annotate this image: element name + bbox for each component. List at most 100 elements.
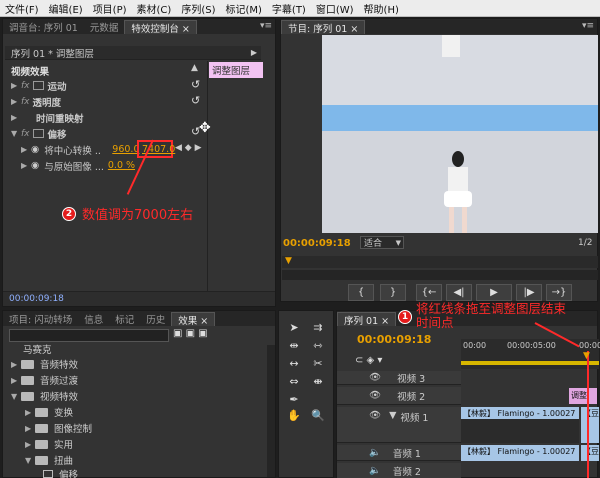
monitor-timecode[interactable]: 00:00:09:18 <box>283 238 351 249</box>
panel-menu-icon[interactable]: ▾≡ <box>260 21 272 31</box>
menu-marker[interactable]: 标记(M) <box>220 1 266 16</box>
ripple-edit-icon[interactable]: ⇹ <box>283 337 305 354</box>
eye-icon[interactable]: 👁 <box>369 372 381 383</box>
stopwatch-icon[interactable]: ◉ <box>31 160 39 171</box>
accelerated-icon[interactable]: ▣ ▣ ▣ <box>173 328 208 339</box>
track-audio-1[interactable]: 🔈 音频 1 <box>337 445 461 461</box>
resolution-page[interactable]: 1/2 <box>578 238 592 248</box>
menu-file[interactable]: 文件(F) <box>0 1 44 16</box>
tab-sequence[interactable]: 序列 01 × <box>337 312 397 326</box>
tab-effect-controls[interactable]: 特效控制台 × <box>124 20 197 34</box>
effect-row-offset[interactable]: ▼ fx 偏移 <box>11 126 67 141</box>
effect-row-motion[interactable]: ▶ fx 运动 <box>11 78 67 93</box>
play-button[interactable]: ▶ <box>476 284 512 301</box>
razor-icon[interactable]: ✂ <box>307 355 329 372</box>
step-forward-button[interactable]: |▶ <box>516 284 542 301</box>
selection-tool-icon[interactable]: ➤ <box>283 319 305 336</box>
menu-clip[interactable]: 素材(C) <box>132 1 177 16</box>
track-video-3[interactable]: 👁 视频 3 <box>337 371 461 385</box>
collapse-icon[interactable]: ▲ <box>191 63 198 73</box>
tree-item-audio-effects[interactable]: ▶ 音频特效 <box>11 356 78 372</box>
menu-window[interactable]: 窗口(W) <box>311 1 359 16</box>
effect-row-opacity[interactable]: ▶ fx 透明度 <box>11 94 61 109</box>
clip-adjustment-layer[interactable]: 调整 <box>569 388 597 404</box>
slide-icon[interactable]: ⇼ <box>307 373 329 390</box>
reset-icon[interactable]: ↺ <box>191 94 200 107</box>
twirl-icon[interactable]: ▶ <box>21 145 31 154</box>
twirl-icon[interactable]: ▶ <box>25 424 35 433</box>
tab-markers[interactable]: 标记 <box>109 312 140 326</box>
scrollbar[interactable] <box>267 345 275 477</box>
pen-icon[interactable]: ✒ <box>283 391 305 408</box>
rolling-edit-icon[interactable]: ⇿ <box>307 337 329 354</box>
twirl-icon[interactable]: ▶ <box>11 81 21 90</box>
mark-out-button[interactable]: } <box>380 284 406 301</box>
hand-icon[interactable]: ✋ <box>283 407 305 424</box>
twirl-icon[interactable]: ▶ <box>25 440 35 449</box>
twirl-open-icon[interactable]: ▼ <box>25 456 35 465</box>
tab-history[interactable]: 历史 <box>140 312 171 326</box>
menu-title[interactable]: 字幕(T) <box>267 1 311 16</box>
tree-item-audio-transitions[interactable]: ▶ 音频过渡 <box>11 372 78 388</box>
twirl-icon[interactable]: ▶ <box>25 408 35 417</box>
zoom-bar[interactable] <box>282 270 598 280</box>
tree-item-image-control[interactable]: ▶ 图像控制 <box>25 420 92 436</box>
playhead-line[interactable] <box>587 351 589 478</box>
playhead-icon[interactable]: ▼ <box>285 256 292 266</box>
tree-item-mosaic[interactable]: 马赛克 <box>23 341 52 357</box>
reset-icon[interactable]: ↺ <box>191 78 200 91</box>
track-video-1[interactable]: 👁 ▼ 视频 1 <box>337 407 461 443</box>
menu-project[interactable]: 项目(P) <box>88 1 132 16</box>
menu-help[interactable]: 帮助(H) <box>359 1 404 16</box>
timeline-timecode[interactable]: 00:00:09:18 <box>357 333 431 346</box>
mark-in-button[interactable]: { <box>348 284 374 301</box>
param-x-value[interactable]: 960.0 <box>112 144 139 155</box>
fit-dropdown[interactable]: 适合 ▼ <box>360 236 404 249</box>
panel-menu-icon[interactable]: ▾≡ <box>582 21 594 31</box>
ec-timecode[interactable]: 00:00:09:18 <box>9 294 64 304</box>
collapse-icon[interactable]: ▼ <box>389 410 396 421</box>
clip-audio-next[interactable]: 【豆 <box>581 445 599 461</box>
goto-out-button[interactable]: →} <box>546 284 572 301</box>
zoom-icon[interactable]: 🔍 <box>307 407 329 424</box>
rate-stretch-icon[interactable]: ↔ <box>283 355 305 372</box>
twirl-icon[interactable]: ▶ <box>21 161 31 170</box>
time-ruler[interactable]: 00:00 00:00:05:00 00:00:1 <box>461 339 600 369</box>
twirl-icon[interactable]: ▶ <box>11 113 21 122</box>
tab-info[interactable]: 信息 <box>78 312 109 326</box>
tab-metadata[interactable]: 元数据 <box>84 20 125 34</box>
expand-arrow-icon[interactable]: ▶ <box>251 48 257 57</box>
menu-edit[interactable]: 编辑(E) <box>44 1 88 16</box>
param-blend-value[interactable]: 0.0 % <box>108 160 135 171</box>
fx-icon[interactable]: fx <box>21 129 30 139</box>
fx-icon[interactable]: fx <box>21 97 30 107</box>
tab-effects[interactable]: 效果 × <box>171 312 216 326</box>
twirl-icon[interactable]: ▶ <box>11 97 21 106</box>
track-video-2[interactable]: 👁 视频 2 <box>337 387 461 405</box>
twirl-open-icon[interactable]: ▼ <box>11 129 21 138</box>
twirl-open-icon[interactable]: ▼ <box>11 392 21 401</box>
keyframe-nav-icon[interactable]: ◀ ◆ ▶ <box>175 143 202 153</box>
work-area-bar[interactable] <box>461 361 599 365</box>
track-select-icon[interactable]: ⇉ <box>307 319 329 336</box>
clip-tag-adjustment-layer[interactable]: 调整图层 <box>209 62 263 78</box>
goto-in-button[interactable]: {← <box>416 284 442 301</box>
menu-sequence[interactable]: 序列(S) <box>176 1 220 16</box>
playhead-icon[interactable]: ▼ <box>583 351 590 361</box>
clip-video-next[interactable]: 【豆 <box>581 407 599 443</box>
stopwatch-icon[interactable]: ◉ <box>31 144 39 155</box>
tree-item-video-effects[interactable]: ▼ 视频特效 <box>11 388 78 404</box>
monitor-timebar[interactable]: ▼ <box>282 256 598 268</box>
snap-icon[interactable]: ⊂ ◈ ▾ <box>355 355 382 366</box>
clip-audio-flamingo[interactable]: 【林毅】 Flamingo - 1.00027 <box>461 445 579 461</box>
fx-icon[interactable]: fx <box>21 81 30 91</box>
tab-program[interactable]: 节目: 序列 01 × <box>281 20 366 34</box>
eye-icon[interactable]: 👁 <box>369 390 381 401</box>
slip-icon[interactable]: ⇔ <box>283 373 305 390</box>
speaker-icon[interactable]: 🔈 <box>369 465 381 476</box>
twirl-icon[interactable]: ▶ <box>11 376 21 385</box>
tree-item-utility[interactable]: ▶ 实用 <box>25 436 73 452</box>
tab-audio-mixer[interactable]: 调音台: 序列 01 <box>3 20 84 34</box>
speaker-icon[interactable]: 🔈 <box>369 447 381 458</box>
tree-item-transform[interactable]: ▶ 变换 <box>25 404 73 420</box>
